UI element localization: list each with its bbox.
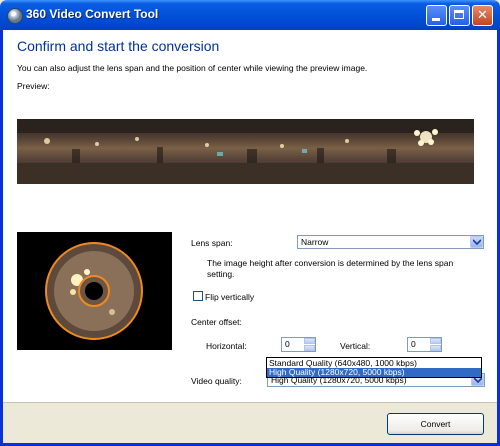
horizontal-label: Horizontal: xyxy=(206,341,247,351)
video-quality-label: Video quality: xyxy=(191,376,242,386)
preview-label: Preview: xyxy=(17,81,50,91)
center-offset-label: Center offset: xyxy=(191,317,242,327)
maximize-button[interactable] xyxy=(449,5,470,26)
app-window: 360 Video Convert Tool ✕ Confirm and sta… xyxy=(0,0,500,446)
vertical-value: 0 xyxy=(411,339,416,349)
minimize-button[interactable] xyxy=(426,5,447,26)
flip-vertically-checkbox[interactable] xyxy=(193,291,203,301)
chevron-down-icon[interactable] xyxy=(430,345,441,351)
vertical-label: Vertical: xyxy=(340,341,371,351)
title-bar[interactable]: 360 Video Convert Tool ✕ xyxy=(0,0,500,30)
lens-span-value: Narrow xyxy=(301,237,329,247)
fisheye-preview-image[interactable] xyxy=(17,232,172,350)
vertical-stepper[interactable]: 0 xyxy=(407,337,442,352)
minimize-icon xyxy=(432,18,440,21)
intro-text: You can also adjust the lens span and th… xyxy=(17,63,368,73)
option-high-quality[interactable]: High Quality (1280x720, 5000 kbps) xyxy=(267,368,481,377)
close-icon: ✕ xyxy=(477,8,488,23)
app-icon xyxy=(7,8,23,24)
main-panel: Confirm and start the conversion You can… xyxy=(3,30,497,402)
lens-span-note: The image height after conversion is det… xyxy=(207,258,454,279)
video-quality-options[interactable]: Standard Quality (640x480, 1000 kbps) Hi… xyxy=(266,357,482,378)
horizontal-value: 0 xyxy=(285,339,290,349)
page-title: Confirm and start the conversion xyxy=(17,38,220,54)
chevron-down-icon[interactable] xyxy=(470,236,483,248)
flip-vertically-label[interactable]: Flip vertically xyxy=(205,292,254,302)
close-button[interactable]: ✕ xyxy=(472,5,493,26)
chevron-up-icon[interactable] xyxy=(304,338,315,344)
convert-button[interactable]: Convert xyxy=(387,413,484,435)
lens-span-label: Lens span: xyxy=(191,238,233,248)
chevron-down-icon[interactable] xyxy=(304,345,315,351)
maximize-icon xyxy=(454,10,464,19)
horizontal-stepper[interactable]: 0 xyxy=(281,337,316,352)
panorama-preview-image xyxy=(17,119,474,184)
lens-span-select[interactable]: Narrow xyxy=(297,235,484,249)
chevron-up-icon[interactable] xyxy=(430,338,441,344)
window-title: 360 Video Convert Tool xyxy=(26,7,159,21)
